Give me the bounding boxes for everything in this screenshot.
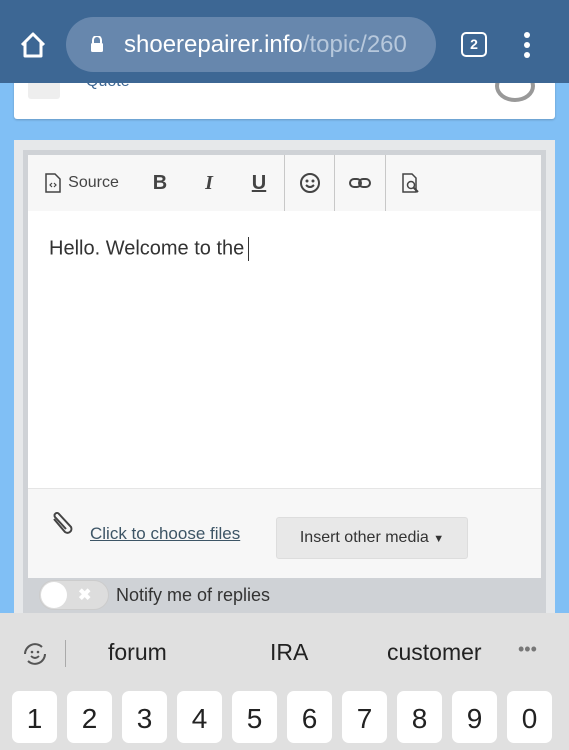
editor-textarea[interactable]: Hello. Welcome to the xyxy=(28,211,541,488)
paperclip-icon xyxy=(53,512,73,534)
more-suggestions-icon[interactable]: ••• xyxy=(518,639,537,660)
insert-media-button[interactable]: Insert other media ▼ xyxy=(276,517,468,559)
key-4[interactable]: 4 xyxy=(177,691,222,743)
underline-button[interactable]: U xyxy=(234,155,284,211)
emoji-sync-icon[interactable] xyxy=(20,639,50,669)
url-host: shoerepairer.info xyxy=(124,31,303,58)
preview-button[interactable] xyxy=(386,155,436,211)
suggestion[interactable]: IRA xyxy=(270,639,308,666)
editor-text: Hello. Welcome to the xyxy=(49,237,245,260)
lock-icon xyxy=(91,36,103,52)
key-5[interactable]: 5 xyxy=(232,691,277,743)
smiley-icon xyxy=(299,173,320,193)
source-button[interactable]: Source xyxy=(28,155,136,211)
notify-toggle[interactable]: ✖ xyxy=(39,580,109,610)
insert-media-label: Insert other media xyxy=(299,529,429,546)
browser-toolbar: shoerepairer.info/topic/260 2 xyxy=(0,0,569,83)
emoji-button[interactable] xyxy=(285,155,334,211)
choose-files-link[interactable]: Click to choose files xyxy=(90,524,240,544)
number-row: 1 2 3 4 5 6 7 8 9 0 xyxy=(12,691,552,743)
notify-label: Notify me of replies xyxy=(116,584,271,605)
suggestion[interactable]: forum xyxy=(108,639,167,666)
home-icon[interactable] xyxy=(18,30,48,60)
tab-switcher-button[interactable]: 2 xyxy=(461,32,487,57)
address-bar[interactable]: shoerepairer.info/topic/260 xyxy=(66,17,436,72)
italic-button[interactable]: I xyxy=(184,155,234,211)
reply-editor-panel: Source B I U Hello. Welcome to the Click… xyxy=(14,140,555,620)
caret-down-icon: ▼ xyxy=(433,533,445,545)
source-label: Source xyxy=(68,174,119,191)
key-2[interactable]: 2 xyxy=(67,691,112,743)
link-icon xyxy=(349,178,371,188)
link-button[interactable] xyxy=(335,155,385,211)
key-7[interactable]: 7 xyxy=(342,691,387,743)
text-caret xyxy=(248,237,250,261)
key-3[interactable]: 3 xyxy=(122,691,167,743)
divider xyxy=(65,640,66,667)
key-0[interactable]: 0 xyxy=(507,691,552,743)
editor-toolbar: Source B I U xyxy=(28,155,541,211)
key-6[interactable]: 6 xyxy=(287,691,332,743)
attachments-bar: Click to choose files Insert other media… xyxy=(28,488,541,578)
key-9[interactable]: 9 xyxy=(452,691,497,743)
preview-icon xyxy=(402,173,419,193)
notify-row: ✖ Notify me of replies xyxy=(39,580,270,610)
url-path: /topic/260 xyxy=(302,31,407,58)
close-icon: ✖ xyxy=(78,587,92,604)
editor: Source B I U Hello. Welcome to the Click… xyxy=(23,150,546,620)
bold-button[interactable]: B xyxy=(136,155,184,211)
key-8[interactable]: 8 xyxy=(397,691,442,743)
source-icon xyxy=(45,173,61,193)
suggestion[interactable]: customer xyxy=(387,639,482,666)
key-1[interactable]: 1 xyxy=(12,691,57,743)
keyboard: forum IRA customer ••• 1 2 3 4 5 6 7 8 9… xyxy=(0,613,569,750)
more-menu-icon[interactable] xyxy=(522,32,532,58)
